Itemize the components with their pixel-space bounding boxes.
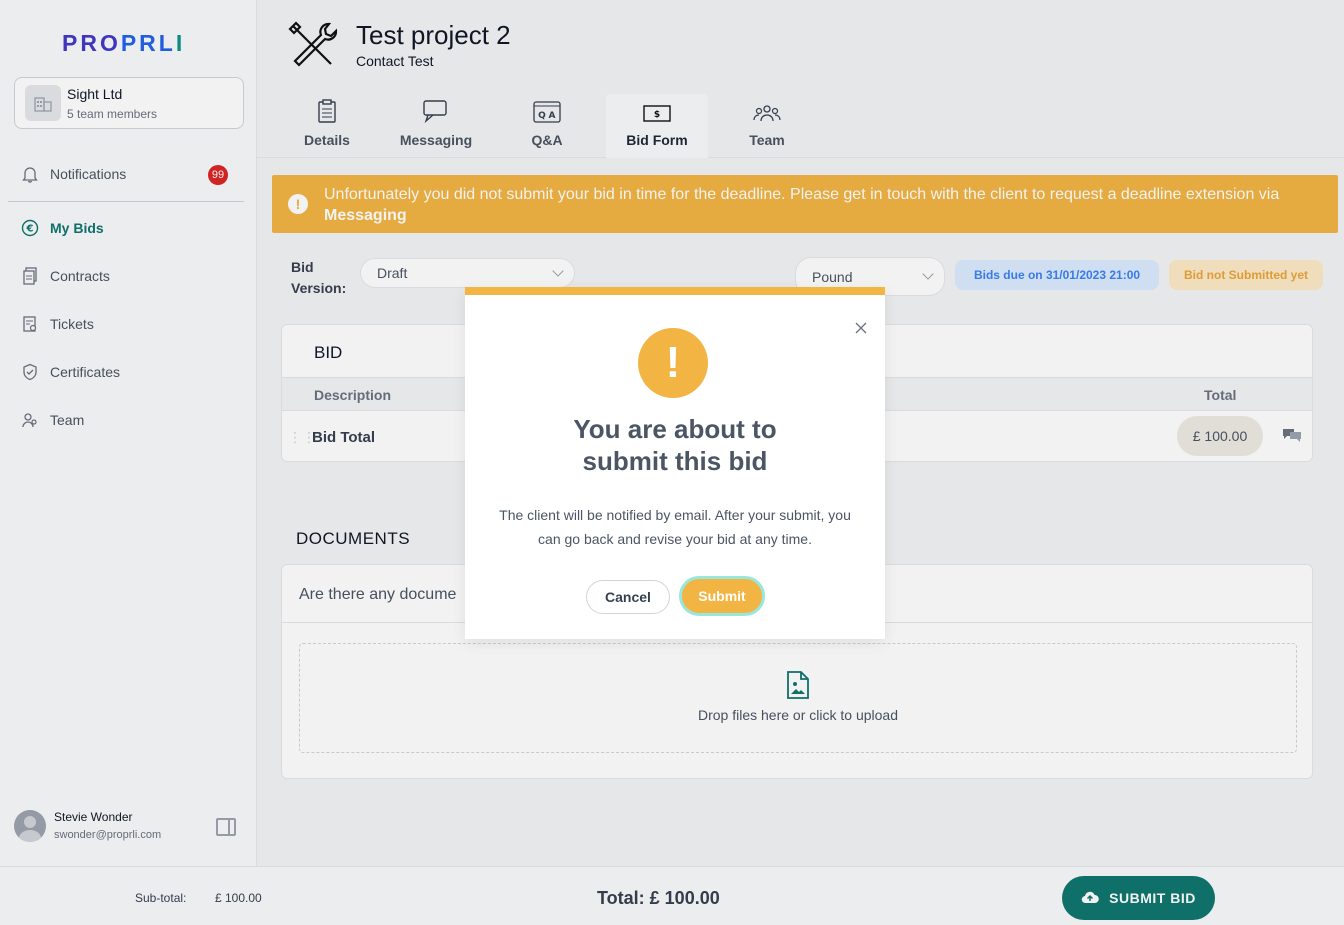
- submit-button[interactable]: Submit: [679, 576, 765, 616]
- close-icon[interactable]: [855, 321, 867, 334]
- submit-confirmation-modal: ! You are about to submit this bid The c…: [465, 287, 885, 639]
- cancel-button[interactable]: Cancel: [586, 580, 670, 614]
- modal-description: The client will be notified by email. Af…: [499, 507, 851, 547]
- exclamation-icon: !: [638, 328, 708, 398]
- modal-title: You are about to submit this bid: [573, 414, 777, 476]
